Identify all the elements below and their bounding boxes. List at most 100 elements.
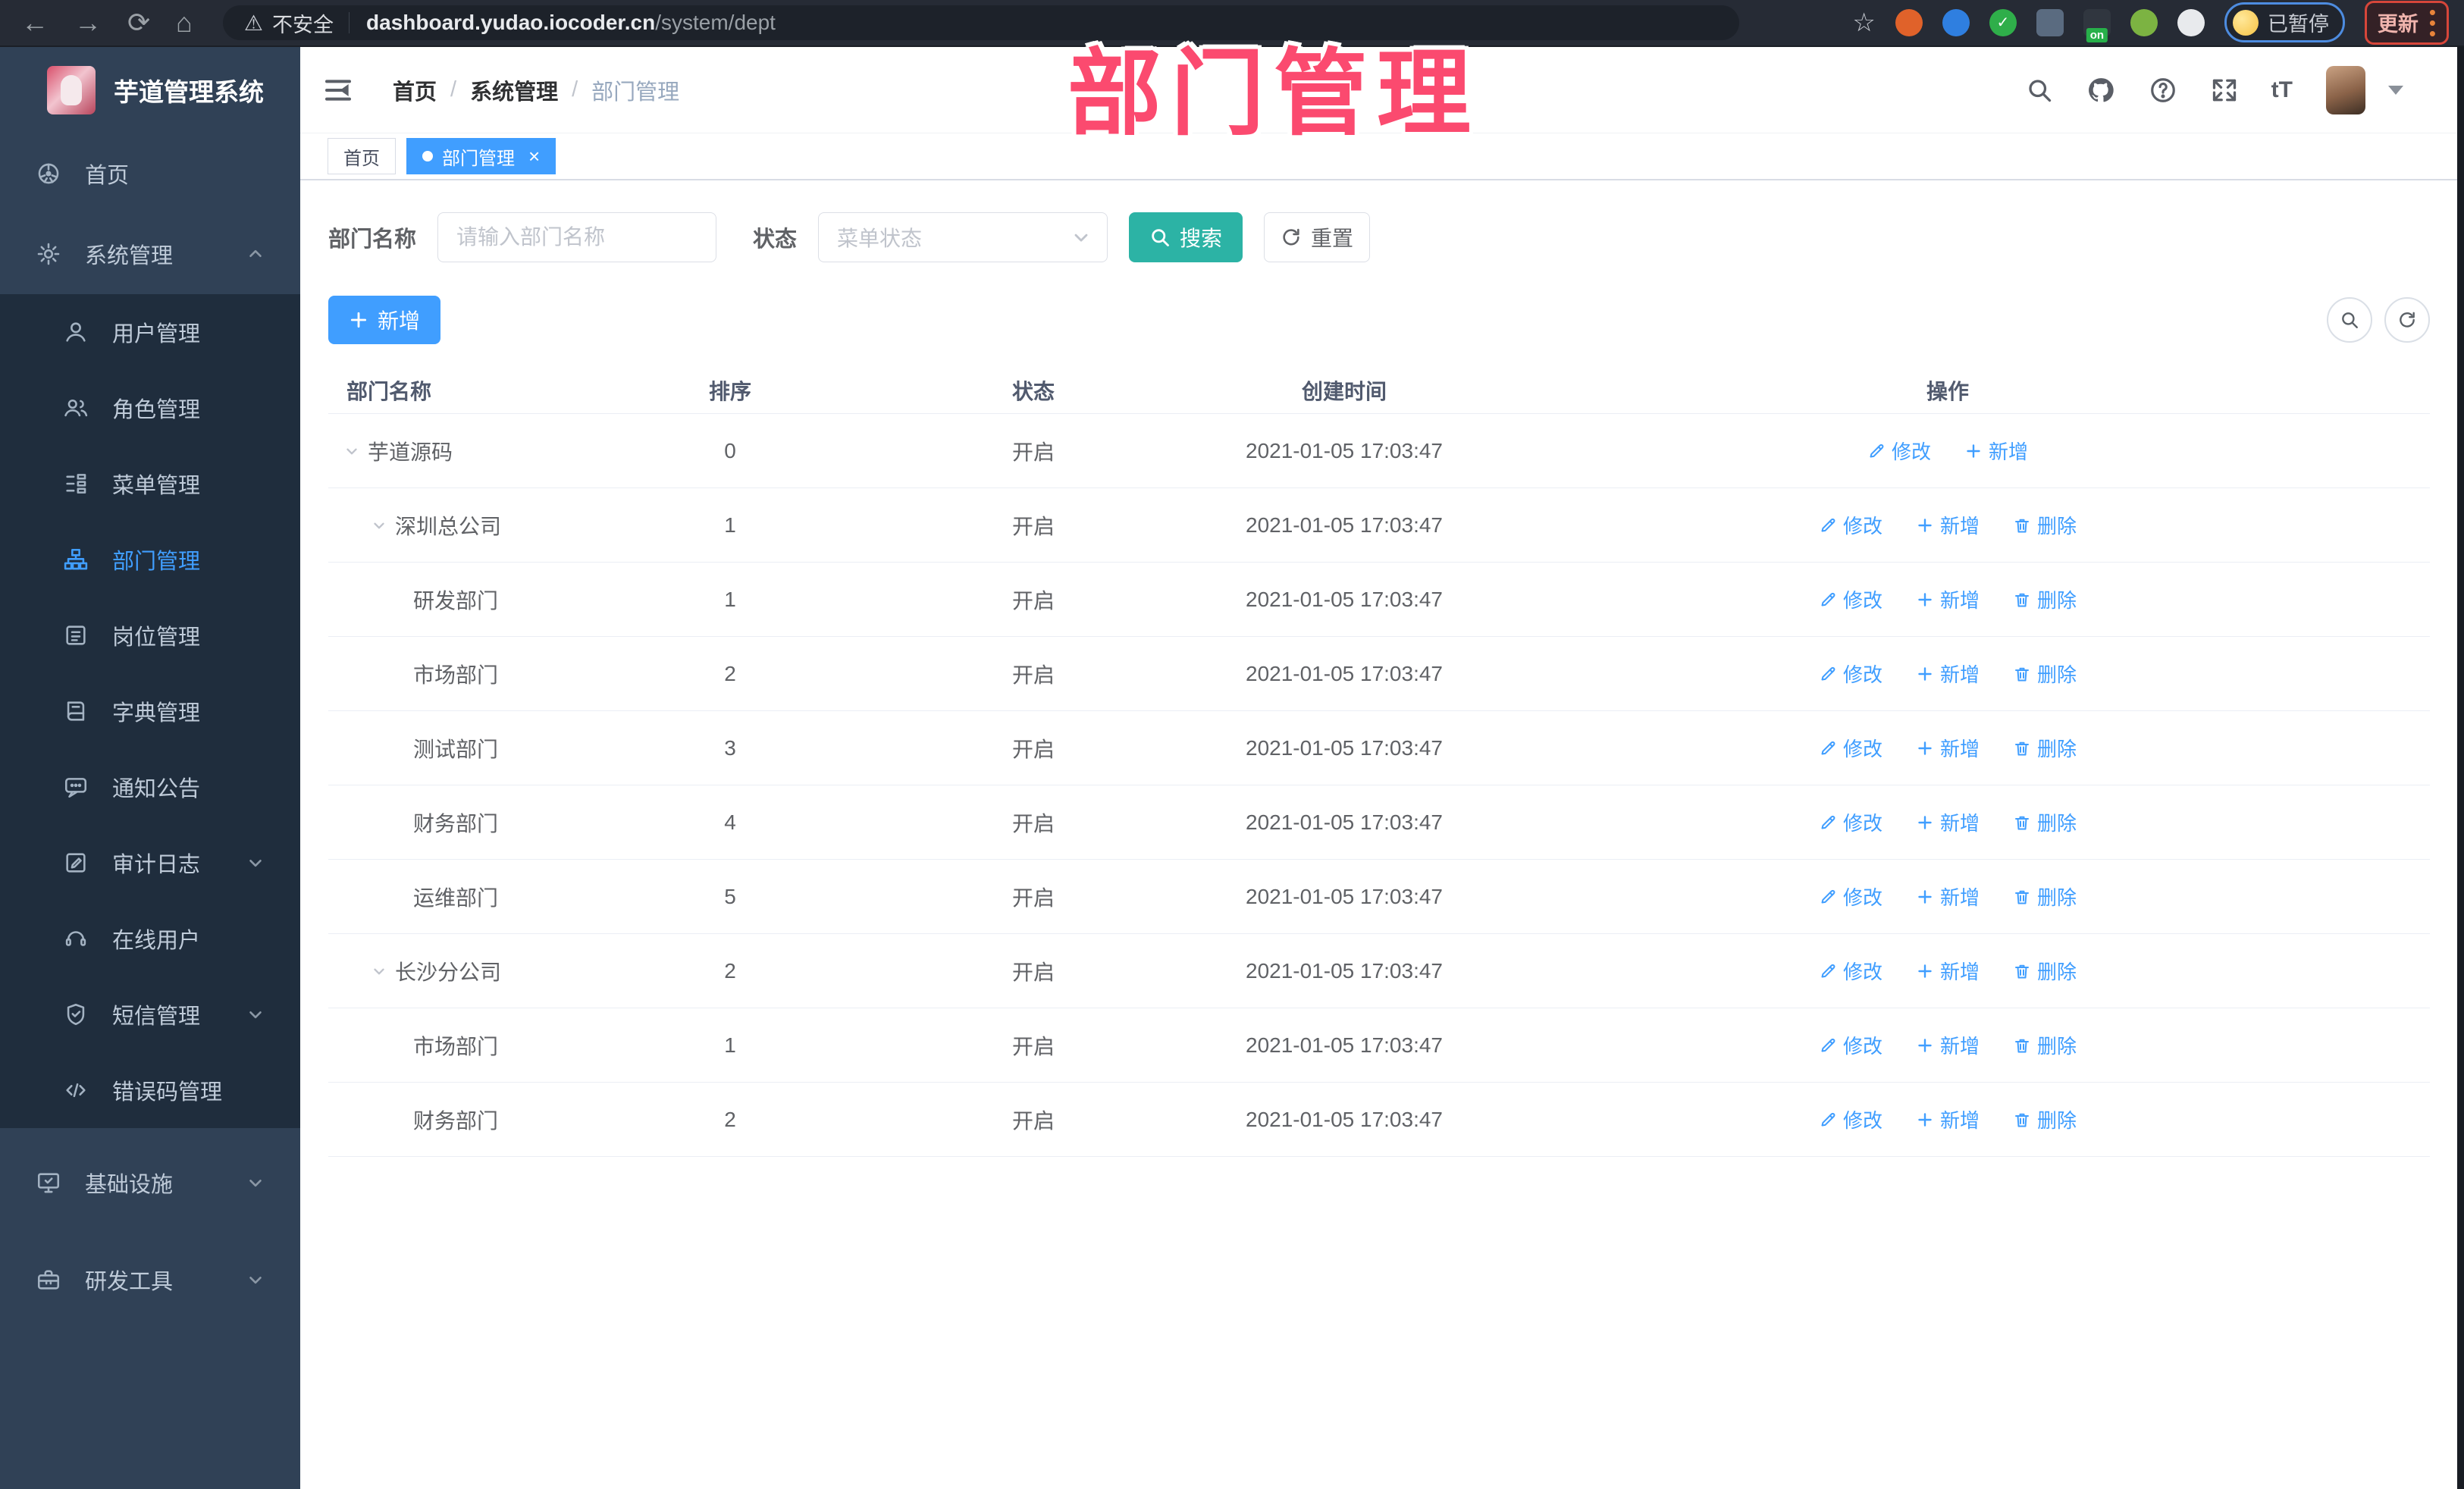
dept-name-input[interactable] <box>437 212 717 262</box>
search-button[interactable]: 搜索 <box>1129 212 1243 262</box>
add-child-link[interactable]: 新增 <box>1916 660 1980 688</box>
add-child-link[interactable]: 新增 <box>1916 734 1980 762</box>
expand-caret-icon[interactable] <box>371 517 387 534</box>
delete-link[interactable]: 删除 <box>2013 1105 2077 1133</box>
order-cell: 1 <box>724 513 736 537</box>
status-cell: 开启 <box>1011 886 1055 910</box>
delete-label: 删除 <box>2037 1109 2077 1132</box>
table-row: 运维部门 5 开启 2021-01-05 17:03:47 修改 新增 删除 <box>328 860 2430 934</box>
sidebar-item-4[interactable]: 菜单管理 <box>0 446 300 522</box>
forward-arrow-icon[interactable]: → <box>74 9 102 36</box>
add-child-link[interactable]: 新增 <box>1916 1031 1980 1059</box>
scrollbar[interactable] <box>2457 47 2464 1489</box>
actions-cell: 修改 新增 删除 <box>1466 1105 2430 1133</box>
tab-close-icon[interactable]: × <box>528 145 540 168</box>
delete-link[interactable]: 删除 <box>2013 957 2077 985</box>
profile-paused-badge[interactable]: 已暂停 <box>2224 2 2345 43</box>
sidebar-item-2[interactable]: 用户管理 <box>0 294 300 370</box>
edit-link[interactable]: 修改 <box>1819 808 1882 836</box>
delete-link[interactable]: 删除 <box>2013 660 2077 688</box>
add-child-link[interactable]: 新增 <box>1916 1105 1980 1133</box>
sidebar-item-7[interactable]: 字典管理 <box>0 673 300 749</box>
sidebar-item-6[interactable]: 岗位管理 <box>0 597 300 673</box>
add-child-link[interactable]: 新增 <box>1916 957 1980 985</box>
delete-link[interactable]: 删除 <box>2013 511 2077 539</box>
search-icon[interactable] <box>2026 77 2053 104</box>
add-child-link[interactable]: 新增 <box>1916 511 1980 539</box>
sidebar-item-11[interactable]: 短信管理 <box>0 976 300 1052</box>
add-child-link[interactable]: 新增 <box>1916 808 1980 836</box>
caret-down-icon[interactable] <box>2388 85 2403 95</box>
table-tools <box>2327 297 2430 343</box>
browser-nav: ← → ⟳ ⌂ <box>0 9 193 36</box>
sidebar-item-13[interactable]: 基础设施 <box>0 1140 300 1225</box>
status-select[interactable]: 菜单状态 <box>818 212 1108 262</box>
delete-link[interactable]: 删除 <box>2013 585 2077 613</box>
edit-link[interactable]: 修改 <box>1819 882 1882 911</box>
sidebar-item-14[interactable]: 研发工具 <box>0 1237 300 1322</box>
back-arrow-icon[interactable]: ← <box>21 9 49 36</box>
edit-label: 修改 <box>1891 440 1931 463</box>
sidebar-item-1[interactable]: 系统管理 <box>0 214 300 294</box>
edit-link[interactable]: 修改 <box>1819 734 1882 762</box>
tab-dept[interactable]: 部门管理 × <box>406 138 556 174</box>
list-extension-icon[interactable]: on <box>2083 8 2111 42</box>
edit-link[interactable]: 修改 <box>1819 1105 1882 1133</box>
tab-bar: 首页 部门管理 × <box>300 133 2464 180</box>
github-icon[interactable] <box>2086 76 2115 105</box>
edit-link[interactable]: 修改 <box>1819 660 1882 688</box>
show-search-icon-button[interactable] <box>2327 297 2372 343</box>
dept-name-cell: 芋道源码 <box>328 436 616 466</box>
add-child-link[interactable]: 新增 <box>1964 437 2028 465</box>
delete-link[interactable]: 删除 <box>2013 882 2077 911</box>
header-actions: tT <box>2026 65 2464 114</box>
delete-link[interactable]: 删除 <box>2013 734 2077 762</box>
expand-caret-icon[interactable] <box>371 963 387 980</box>
reset-button[interactable]: 重置 <box>1264 212 1371 262</box>
sidebar-item-0[interactable]: 首页 <box>0 133 300 214</box>
sidebar-item-8[interactable]: 通知公告 <box>0 749 300 825</box>
grid-extension-icon[interactable] <box>2036 8 2064 36</box>
delete-link[interactable]: 删除 <box>2013 808 2077 836</box>
address-bar[interactable]: ⚠ 不安全 dashboard.yudao.iocoder.cn /system… <box>222 5 1739 40</box>
delete-link[interactable]: 删除 <box>2013 1031 2077 1059</box>
question-icon[interactable] <box>2149 76 2177 105</box>
blue-drop-extension-icon[interactable] <box>1942 8 1970 36</box>
browser-update-button[interactable]: 更新 • • • <box>2364 0 2449 45</box>
green-check-extension-icon[interactable]: ✓ <box>1989 8 2017 36</box>
sidebar-item-9[interactable]: 审计日志 <box>0 825 300 901</box>
avatar[interactable] <box>2326 65 2365 114</box>
home-icon[interactable]: ⌂ <box>176 9 193 36</box>
edit-link[interactable]: 修改 <box>1819 585 1882 613</box>
orange-gear-extension-icon[interactable] <box>1895 8 1923 36</box>
fullscreen-icon[interactable] <box>2211 77 2238 104</box>
add-child-link[interactable]: 新增 <box>1916 585 1980 613</box>
edit-label: 修改 <box>1842 812 1882 835</box>
sidebar-item-3[interactable]: 角色管理 <box>0 370 300 446</box>
font-size-icon[interactable]: tT <box>2271 77 2293 103</box>
sidebar-item-12[interactable]: 错误码管理 <box>0 1052 300 1128</box>
url-host: dashboard.yudao.iocoder.cn <box>366 11 656 34</box>
actions-cell: 修改 新增 删除 <box>1466 734 2430 762</box>
edit-link[interactable]: 修改 <box>1819 1031 1882 1059</box>
tab-home[interactable]: 首页 <box>328 138 396 174</box>
expand-caret-icon[interactable] <box>343 443 360 459</box>
sidebar-item-5[interactable]: 部门管理 <box>0 522 300 597</box>
sidebar-logo-row[interactable]: 芋道管理系统 <box>0 47 300 133</box>
bookmark-star-icon[interactable]: ☆ <box>1852 8 1875 38</box>
breadcrumb-system[interactable]: 系统管理 <box>470 74 558 106</box>
puzzle-extension-icon[interactable] <box>2177 8 2205 36</box>
breadcrumb-home[interactable]: 首页 <box>393 74 437 106</box>
created-cell: 2021-01-05 17:03:47 <box>1246 735 1443 760</box>
reload-icon[interactable]: ⟳ <box>127 9 150 36</box>
edit-link[interactable]: 修改 <box>1819 957 1882 985</box>
refresh-icon-button[interactable] <box>2384 297 2430 343</box>
green-person-extension-icon[interactable] <box>2130 8 2158 36</box>
edit-link[interactable]: 修改 <box>1867 437 1931 465</box>
sidebar-item-10[interactable]: 在线用户 <box>0 901 300 976</box>
add-child-link[interactable]: 新增 <box>1916 882 1980 911</box>
hamburger-icon[interactable] <box>323 75 353 105</box>
add-button[interactable]: 新增 <box>328 296 440 344</box>
browser-menu-icon[interactable]: • • • <box>2429 2 2436 44</box>
edit-link[interactable]: 修改 <box>1819 511 1882 539</box>
